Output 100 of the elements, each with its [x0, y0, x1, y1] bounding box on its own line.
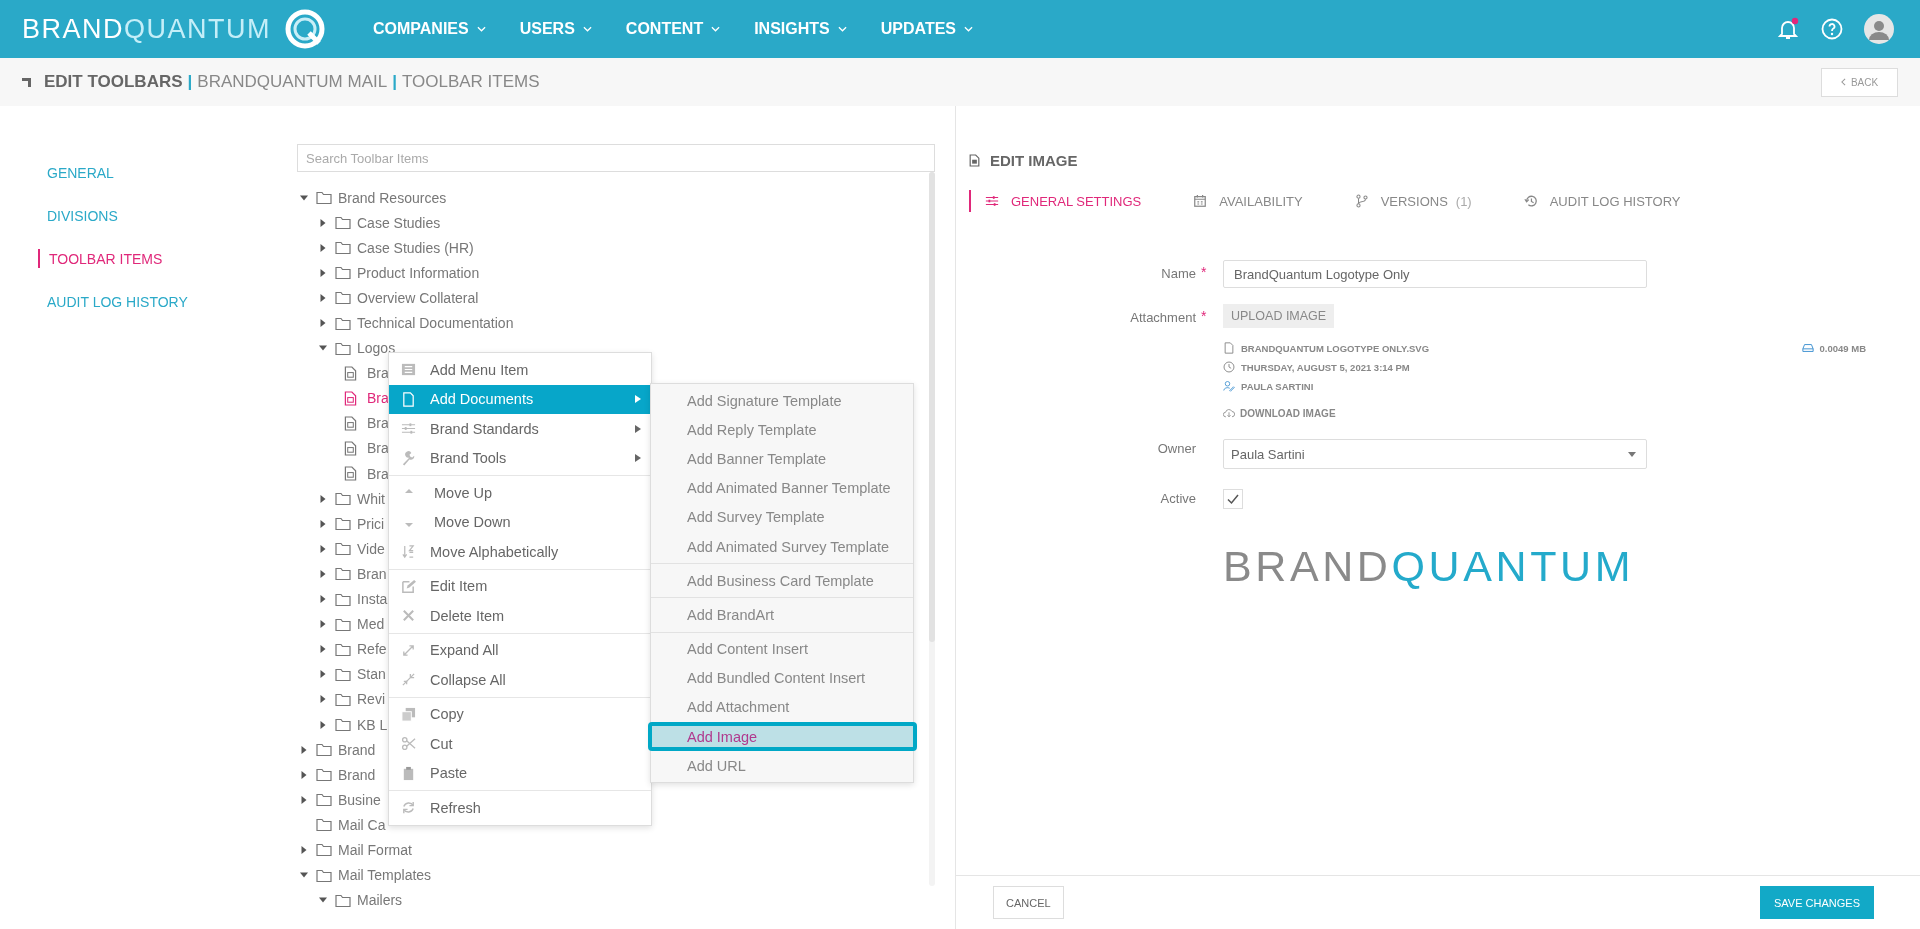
tree-item[interactable]: Prici: [357, 515, 385, 532]
back-button[interactable]: BACK: [1821, 67, 1898, 97]
cancel-button[interactable]: CANCEL: [993, 886, 1064, 919]
caret-right-icon[interactable]: [319, 519, 327, 528]
tree-item[interactable]: Refe: [357, 641, 387, 658]
tree-item[interactable]: Bra: [367, 440, 389, 457]
tree-item[interactable]: Stan: [357, 666, 386, 683]
nav-menu-item[interactable]: COMPANIES: [365, 20, 494, 38]
tab[interactable]: VERSIONS (1): [1338, 190, 1472, 212]
tree-item[interactable]: Logos: [357, 340, 396, 357]
tree-item[interactable]: Bra: [367, 465, 389, 482]
menu-item[interactable]: Add Animated Banner Template: [651, 473, 913, 503]
tree-item[interactable]: Bra: [367, 365, 389, 382]
tree-item[interactable]: Mailers: [357, 892, 403, 909]
caret-right-icon[interactable]: [300, 770, 308, 779]
side-nav-item[interactable]: TOOLBAR ITEMS: [38, 249, 163, 268]
menu-item[interactable]: Add Survey Template: [651, 502, 913, 532]
caret-right-icon[interactable]: [319, 569, 327, 578]
active-checkbox[interactable]: [1223, 489, 1243, 509]
tab[interactable]: AUDIT LOG HISTORY: [1507, 190, 1681, 212]
nav-menu-item[interactable]: UPDATES: [872, 20, 981, 38]
caret-right-icon[interactable]: [319, 720, 327, 729]
breadcrumb-item[interactable]: TOOLBAR ITEMS: [401, 72, 540, 92]
scrollbar[interactable]: [929, 172, 935, 886]
caret-down-icon[interactable]: [319, 896, 327, 905]
caret-right-icon[interactable]: [319, 218, 327, 227]
menu-item[interactable]: Add Bundled Content Insert: [651, 663, 913, 693]
menu-item[interactable]: Add Signature Template: [651, 386, 913, 416]
menu-item[interactable]: Add Reply Template: [651, 415, 913, 445]
owner-dropdown[interactable]: Paula Sartini: [1223, 439, 1647, 469]
nav-menu-item[interactable]: INSIGHTS: [746, 20, 855, 38]
menu-item[interactable]: Add Menu Item: [389, 355, 651, 385]
menu-item[interactable]: Move Up: [389, 478, 651, 508]
user-avatar[interactable]: [1864, 14, 1894, 44]
menu-item[interactable]: Add Attachment: [651, 692, 913, 723]
tree-item[interactable]: Med: [357, 616, 385, 633]
caret-right-icon[interactable]: [319, 293, 327, 302]
caret-right-icon[interactable]: [319, 494, 327, 503]
caret-down-icon[interactable]: [300, 871, 308, 880]
caret-right-icon[interactable]: [319, 695, 327, 704]
caret-right-icon[interactable]: [300, 745, 308, 754]
nav-menu-item[interactable]: CONTENT: [617, 20, 729, 38]
name-field[interactable]: BrandQuantum Logotype Only: [1223, 260, 1647, 288]
menu-item[interactable]: Add Image: [648, 722, 917, 752]
menu-item[interactable]: Edit Item: [389, 571, 651, 601]
tree-item[interactable]: Whit: [357, 490, 385, 507]
caret-right-icon[interactable]: [319, 645, 327, 654]
tree-item[interactable]: Brand: [338, 766, 376, 783]
tab[interactable]: AVAILABILITY: [1177, 190, 1303, 212]
caret-right-icon[interactable]: [319, 670, 327, 679]
menu-item[interactable]: Add Documents: [389, 384, 651, 414]
caret-right-icon[interactable]: [300, 846, 308, 854]
tree-item[interactable]: Case Studies (HR): [357, 239, 474, 256]
help-icon[interactable]: [1820, 17, 1844, 41]
tree-item[interactable]: Technical Documentation: [357, 315, 514, 331]
tree-item[interactable]: Brand: [338, 741, 376, 758]
menu-item[interactable]: Add Business Card Template: [651, 566, 913, 596]
tree-item[interactable]: Revi: [357, 691, 385, 708]
tree-item[interactable]: Bran: [357, 565, 387, 582]
caret-down-icon[interactable]: [319, 344, 327, 353]
side-nav-item[interactable]: GENERAL: [47, 163, 114, 182]
caret-right-icon[interactable]: [319, 319, 327, 327]
caret-right-icon[interactable]: [319, 268, 327, 277]
save-changes-button[interactable]: SAVE CHANGES: [1760, 886, 1874, 919]
breadcrumb-item[interactable]: BRANDQUANTUM MAIL: [197, 72, 388, 92]
menu-item[interactable]: Expand All: [389, 635, 651, 665]
tree-item[interactable]: Brand Resources: [338, 189, 447, 206]
nav-menu-item[interactable]: USERS: [511, 20, 600, 38]
menu-item[interactable]: Paste: [389, 758, 651, 788]
side-nav-item[interactable]: DIVISIONS: [47, 206, 118, 225]
caret-down-icon[interactable]: [300, 193, 308, 202]
side-nav-item[interactable]: AUDIT LOG HISTORY: [47, 292, 188, 311]
menu-item[interactable]: Add Content Insert: [651, 634, 913, 664]
tree-item[interactable]: Product Information: [357, 264, 480, 281]
tree-item[interactable]: Case Studies: [357, 214, 441, 231]
tree-item[interactable]: Busine: [338, 791, 381, 808]
tab[interactable]: GENERAL SETTINGS: [969, 190, 1142, 212]
menu-item[interactable]: Move Alphabetically: [389, 537, 651, 567]
tree-item[interactable]: Vide: [357, 540, 385, 557]
tree-item[interactable]: Overview Collateral: [357, 289, 479, 306]
tree-item[interactable]: Mail Ca: [338, 816, 386, 833]
menu-item[interactable]: Copy: [389, 699, 651, 729]
search-field[interactable]: Search Toolbar Items: [297, 144, 935, 172]
tree-item[interactable]: Mail Format: [338, 842, 412, 858]
menu-item[interactable]: Add BrandArt: [651, 600, 913, 630]
menu-item[interactable]: Delete Item: [389, 601, 651, 631]
menu-item[interactable]: Collapse All: [389, 665, 651, 695]
caret-right-icon[interactable]: [319, 595, 327, 604]
caret-right-icon[interactable]: [319, 544, 327, 553]
menu-item[interactable]: Move Down: [389, 507, 651, 537]
menu-item[interactable]: Add Banner Template: [651, 444, 913, 474]
brand-logo[interactable]: BRANDQUANTUM: [22, 13, 267, 45]
menu-item[interactable]: Brand Tools: [389, 443, 651, 473]
menu-item[interactable]: Add URL: [651, 751, 913, 781]
menu-item[interactable]: Brand Standards: [389, 414, 651, 444]
q-logo-icon[interactable]: [285, 9, 325, 49]
tree-item[interactable]: Insta: [357, 591, 388, 608]
tree-item[interactable]: Mail Templates: [338, 867, 432, 884]
download-image-link[interactable]: DOWNLOAD IMAGE: [1223, 407, 1866, 419]
caret-right-icon[interactable]: [319, 620, 327, 629]
